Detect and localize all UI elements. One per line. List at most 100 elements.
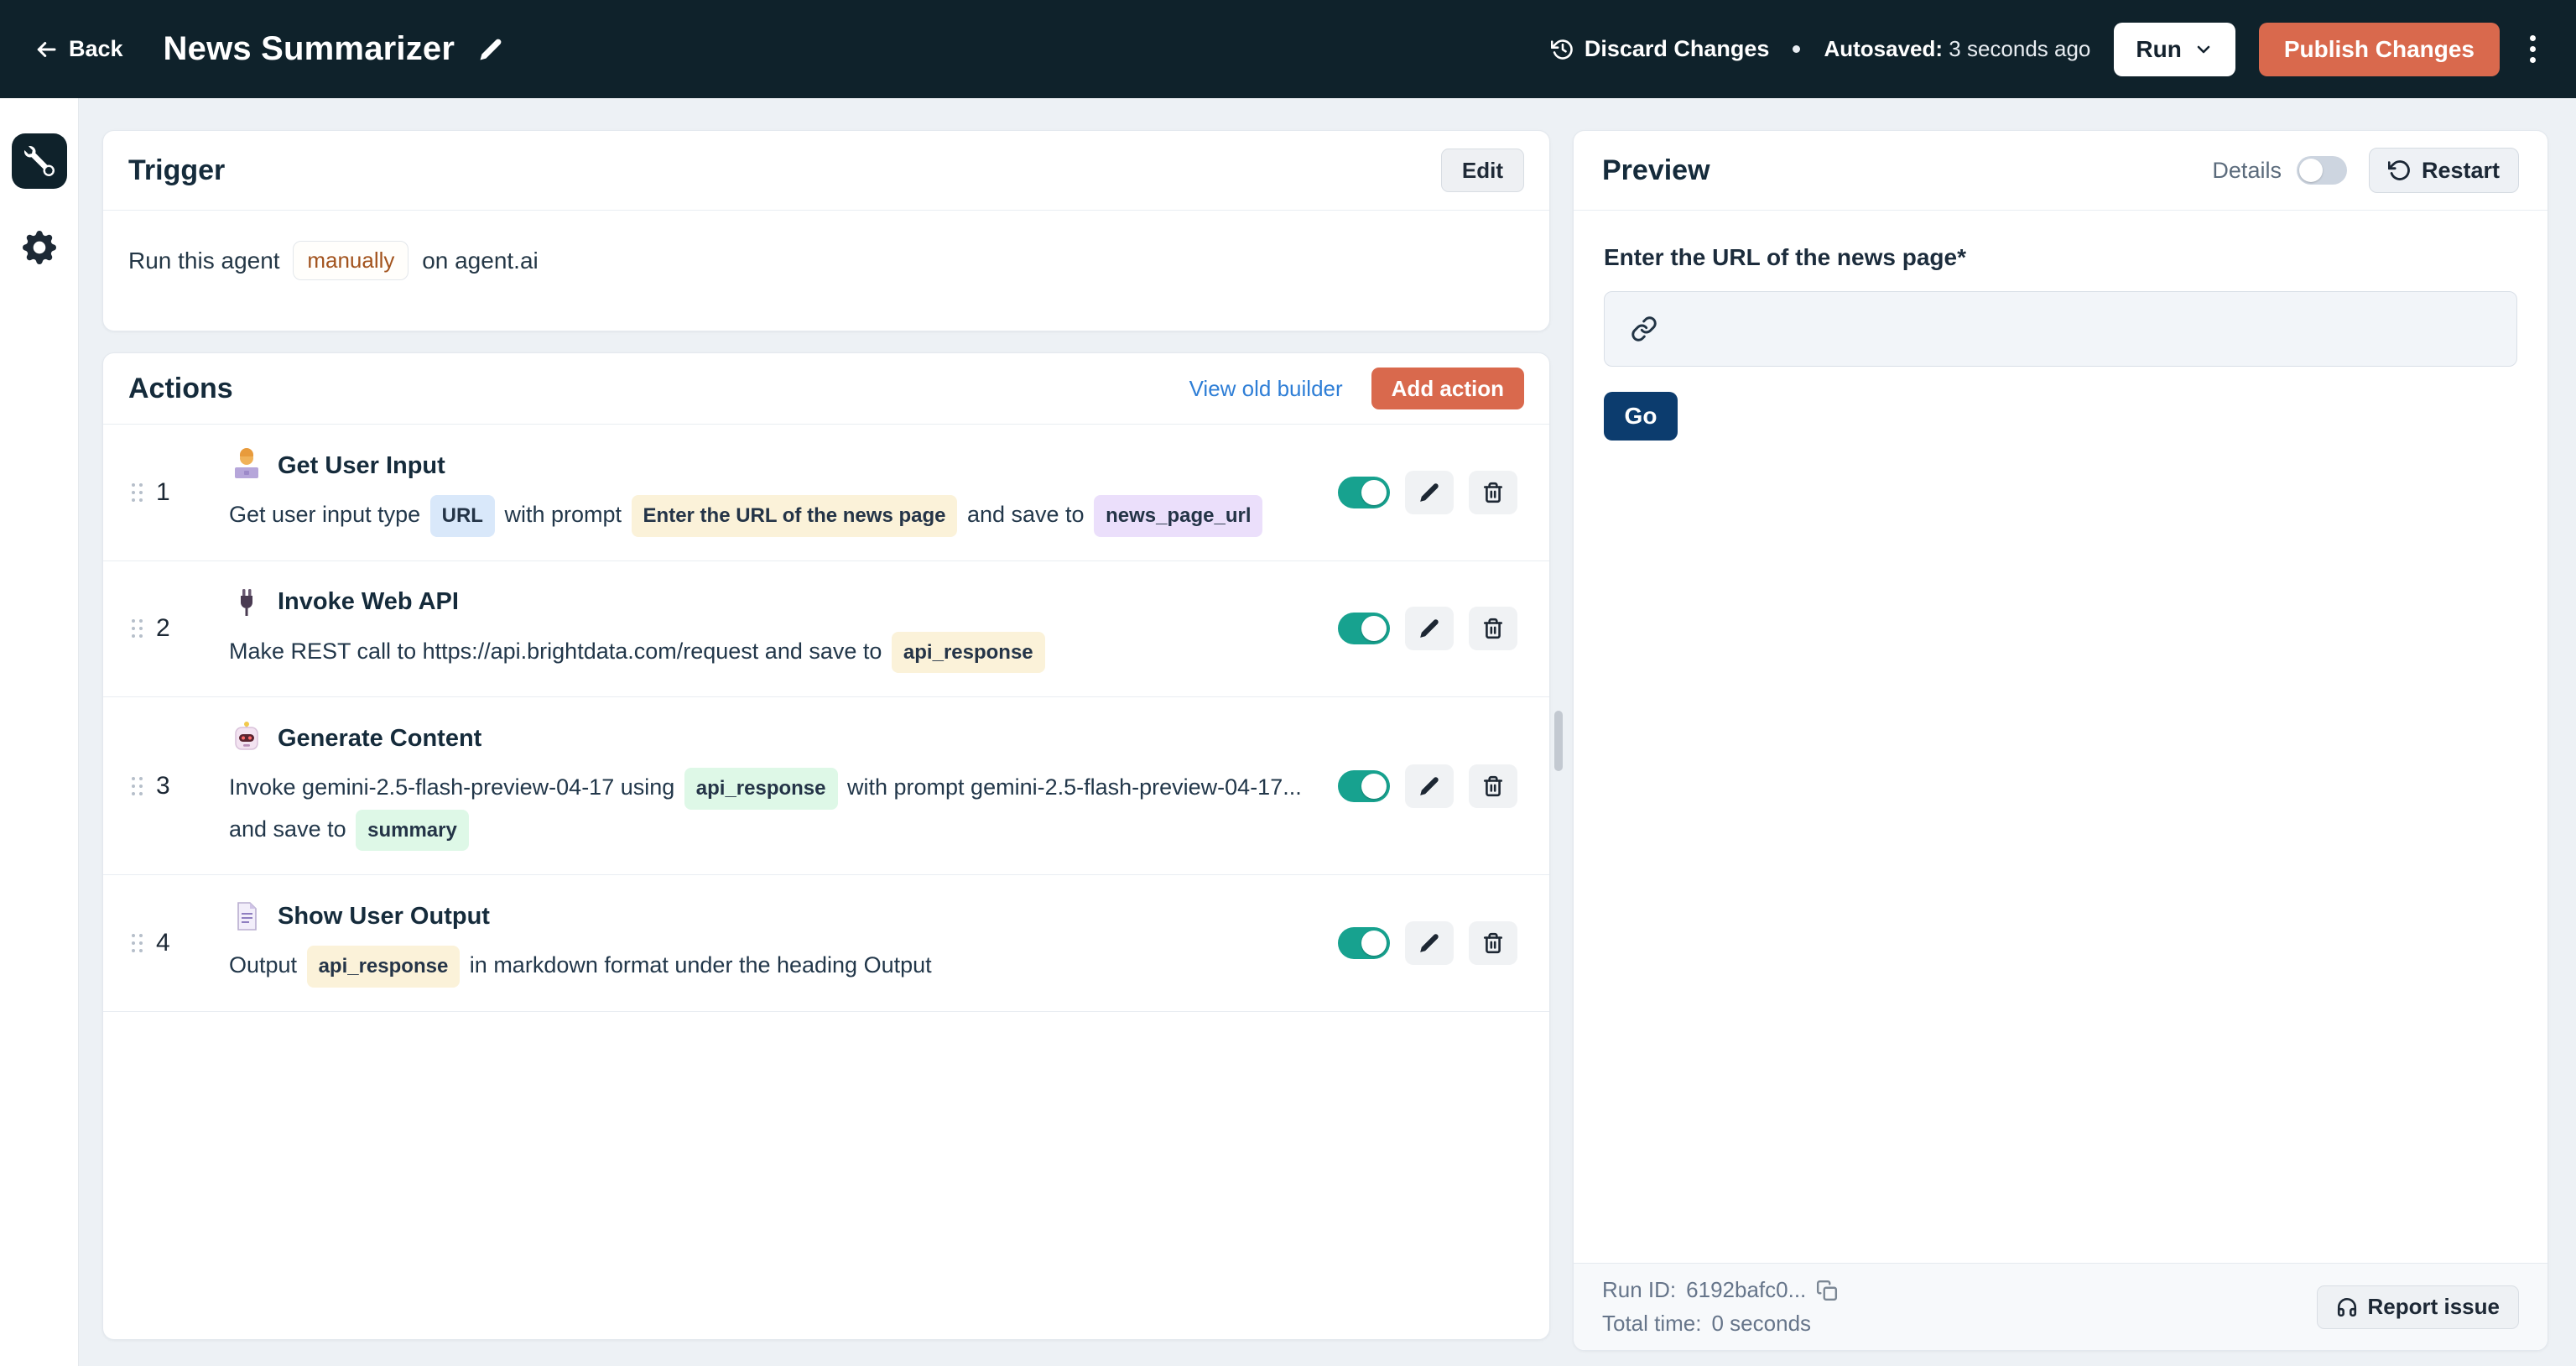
- run-button[interactable]: Run: [2114, 23, 2235, 76]
- preview-body: Enter the URL of the news page* Go: [1574, 244, 2547, 441]
- action-edit-button[interactable]: [1405, 471, 1454, 514]
- action-delete-button[interactable]: [1469, 607, 1517, 650]
- action-delete-button[interactable]: [1469, 921, 1517, 965]
- description-text: Output: [229, 952, 304, 978]
- run-id-label: Run ID:: [1602, 1277, 1676, 1303]
- preview-column: Preview Details Restart Enter the URL of…: [1573, 130, 2548, 1351]
- plug-emoji-icon: [229, 585, 264, 620]
- sidebar-item-settings[interactable]: [19, 227, 60, 268]
- description-text: Make REST call to https://api.brightdata…: [229, 639, 888, 664]
- more-options-menu-button[interactable]: [2523, 29, 2542, 70]
- description-text: on agent.ai: [415, 248, 538, 274]
- action-controls: [1338, 471, 1549, 514]
- trigger-card: Trigger Edit Run this agent manually on …: [102, 130, 1550, 331]
- variable-badge: api_response: [307, 946, 461, 988]
- url-field-label: Enter the URL of the news page*: [1604, 244, 2517, 271]
- action-number: 3: [156, 772, 170, 800]
- drag-handle-icon[interactable]: [132, 777, 143, 795]
- row-gutter: 1: [103, 478, 229, 507]
- action-description: Get user input type URL with prompt Ente…: [229, 495, 1303, 537]
- trigger-title: Trigger: [128, 154, 225, 187]
- back-label: Back: [69, 36, 123, 62]
- publish-changes-button[interactable]: Publish Changes: [2259, 23, 2500, 76]
- variable-badge: api_response: [684, 768, 838, 810]
- description-text: Get user input type: [229, 502, 427, 527]
- action-enabled-toggle[interactable]: [1338, 770, 1390, 802]
- action-row-generate-content: 3 Generate Content Invoke gemini-2.5-fla…: [103, 697, 1549, 875]
- pencil-icon: [478, 37, 503, 62]
- pencil-icon: [1418, 482, 1440, 503]
- row-gutter: 3: [103, 772, 229, 800]
- run-id-value: 6192bafc0...: [1686, 1277, 1806, 1303]
- action-edit-button[interactable]: [1405, 607, 1454, 650]
- action-delete-button[interactable]: [1469, 471, 1517, 514]
- pencil-icon: [1418, 618, 1440, 639]
- back-button[interactable]: Back: [34, 36, 123, 62]
- trash-icon: [1482, 618, 1504, 639]
- action-edit-button[interactable]: [1405, 921, 1454, 965]
- report-issue-button[interactable]: Report issue: [2317, 1285, 2520, 1329]
- restart-label: Restart: [2422, 158, 2500, 184]
- trigger-edit-button[interactable]: Edit: [1441, 149, 1524, 192]
- autosaved-status: Autosaved: 3 seconds ago: [1824, 36, 2090, 62]
- actions-card: Actions View old builder Add action 1 Ge…: [102, 352, 1550, 1340]
- action-row-get-user-input: 1 Get User Input Get user input type URL…: [103, 425, 1549, 561]
- left-sidebar: [0, 98, 79, 1366]
- drag-handle-icon[interactable]: [132, 619, 143, 638]
- scrollbar-thumb[interactable]: [1554, 711, 1563, 771]
- trigger-description: Run this agent manually on agent.ai: [103, 211, 1549, 310]
- action-description: Output api_response in markdown format u…: [229, 946, 1303, 988]
- rename-agent-button[interactable]: [478, 37, 503, 62]
- trash-icon: [1482, 775, 1504, 797]
- action-number: 1: [156, 478, 170, 507]
- pencil-icon: [1418, 775, 1440, 797]
- action-number: 2: [156, 614, 170, 643]
- actions-title: Actions: [128, 373, 233, 405]
- separator-dot: [1793, 45, 1800, 53]
- run-meta: Run ID: 6192bafc0... Total time: 0 secon…: [1602, 1277, 1838, 1337]
- action-controls: [1338, 764, 1549, 808]
- copy-run-id-button[interactable]: [1816, 1280, 1838, 1301]
- history-icon: [1551, 38, 1574, 61]
- go-button[interactable]: Go: [1604, 392, 1678, 441]
- trash-icon: [1482, 932, 1504, 954]
- page-title: News Summarizer: [164, 30, 455, 68]
- total-time-label: Total time:: [1602, 1311, 1702, 1337]
- drag-handle-icon[interactable]: [132, 934, 143, 952]
- action-row-invoke-web-api: 2 Invoke Web API Make REST call to https…: [103, 561, 1549, 698]
- action-content: Get User Input Get user input type URL w…: [229, 448, 1338, 537]
- trash-icon: [1482, 482, 1504, 503]
- variable-badge: summary: [356, 810, 469, 852]
- details-toggle[interactable]: [2297, 156, 2347, 185]
- copy-icon: [1816, 1280, 1838, 1301]
- document-emoji-icon: [229, 899, 264, 934]
- sidebar-item-build[interactable]: [12, 133, 67, 189]
- details-label: Details: [2212, 158, 2282, 184]
- chevron-down-icon: [2194, 39, 2214, 60]
- autosaved-label: Autosaved:: [1824, 36, 1943, 61]
- url-input-wrap: [1604, 291, 2517, 367]
- preview-footer: Run ID: 6192bafc0... Total time: 0 secon…: [1574, 1263, 2547, 1350]
- report-issue-label: Report issue: [2368, 1294, 2501, 1320]
- action-content: Generate Content Invoke gemini-2.5-flash…: [229, 721, 1338, 851]
- action-enabled-toggle[interactable]: [1338, 477, 1390, 508]
- discard-changes-button[interactable]: Discard Changes: [1551, 36, 1770, 62]
- action-edit-button[interactable]: [1405, 764, 1454, 808]
- action-enabled-toggle[interactable]: [1338, 613, 1390, 644]
- url-input[interactable]: [1604, 291, 2517, 367]
- arrow-left-icon: [34, 37, 59, 62]
- view-old-builder-link[interactable]: View old builder: [1189, 376, 1343, 402]
- trigger-card-header: Trigger Edit: [103, 131, 1549, 211]
- restart-button[interactable]: Restart: [2369, 148, 2519, 193]
- action-enabled-toggle[interactable]: [1338, 927, 1390, 959]
- action-title: Invoke Web API: [278, 588, 459, 616]
- drag-handle-icon[interactable]: [132, 483, 143, 502]
- technologist-emoji-icon: [229, 448, 264, 483]
- action-description: Make REST call to https://api.brightdata…: [229, 632, 1303, 674]
- action-delete-button[interactable]: [1469, 764, 1517, 808]
- variable-badge: news_page_url: [1094, 495, 1262, 537]
- action-controls: [1338, 921, 1549, 965]
- description-text: in markdown format under the heading Out…: [463, 952, 931, 978]
- add-action-button[interactable]: Add action: [1371, 368, 1524, 409]
- preview-card-header: Preview Details Restart: [1574, 131, 2547, 211]
